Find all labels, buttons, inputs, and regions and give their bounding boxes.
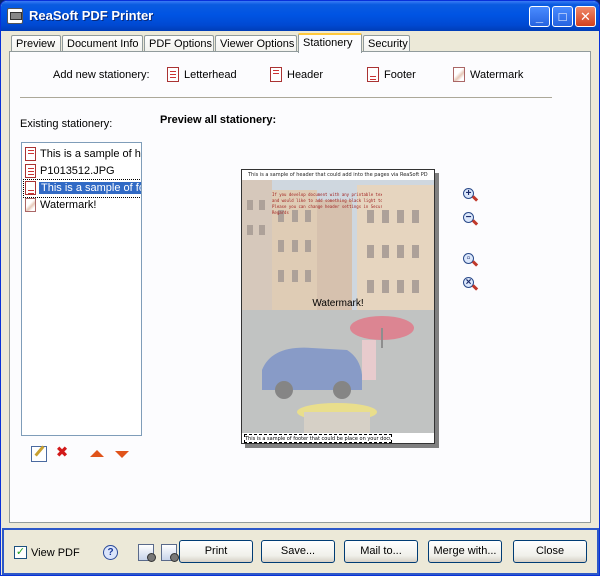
image-document-icon	[25, 164, 36, 178]
list-item[interactable]: P1013512.JPG	[24, 163, 141, 180]
view-pdf-checkbox[interactable]: ✓	[14, 546, 27, 559]
bottom-toolbar: ✓ View PDF ? Print Save... Mail to... Me…	[2, 528, 599, 575]
tab-security[interactable]: Security	[363, 35, 410, 52]
maximize-button[interactable]: □	[552, 6, 573, 27]
add-letterhead-label: Letterhead	[184, 69, 237, 81]
merge-with-button[interactable]: Merge with...	[428, 540, 502, 563]
list-item[interactable]: Watermark!	[24, 197, 141, 214]
preview-header-text: This is a sample of header that could ad…	[248, 172, 428, 178]
add-new-stationery-label: Add new stationery:	[53, 69, 150, 81]
window-title: ReaSoft PDF Printer	[29, 8, 154, 23]
list-item-label: This is a sample of fo	[39, 182, 141, 194]
list-item-label: Watermark!	[40, 199, 97, 211]
view-pdf-label[interactable]: View PDF	[31, 547, 80, 559]
preview-letterhead-text: If you develop document with any printab…	[272, 192, 382, 216]
document-icon	[25, 147, 36, 161]
actual-size-button[interactable]: ×	[463, 277, 479, 293]
title-bar[interactable]: ReaSoft PDF Printer _ □ ✕	[1, 1, 599, 31]
printer-settings-icon[interactable]	[161, 544, 179, 562]
add-watermark-label: Watermark	[470, 69, 524, 81]
move-down-icon[interactable]	[115, 451, 129, 458]
tab-pdf-options[interactable]: PDF Options	[144, 35, 214, 52]
tab-preview[interactable]: Preview	[11, 35, 61, 52]
zoom-in-button[interactable]: +	[463, 188, 479, 204]
stationery-panel: Add new stationery: Letterhead Header Fo…	[9, 51, 591, 523]
letterhead-icon	[167, 67, 179, 82]
footer-icon	[367, 67, 379, 82]
edit-stationery-icon[interactable]	[31, 446, 47, 462]
close-window-button[interactable]: ✕	[575, 6, 596, 27]
add-footer-label: Footer	[384, 69, 416, 81]
delete-stationery-icon[interactable]: ✖	[54, 445, 70, 462]
separator	[20, 97, 552, 98]
list-item[interactable]: This is a sample of he	[24, 146, 141, 163]
preview-footer-text: This is a sample of footer that could be…	[244, 434, 392, 443]
settings-document-icon[interactable]	[138, 544, 156, 562]
document-icon	[25, 181, 36, 195]
tab-document-info[interactable]: Document Info	[62, 35, 143, 52]
watermark-icon	[25, 198, 36, 212]
preview-watermark-text: Watermark!	[312, 298, 364, 309]
app-window: ReaSoft PDF Printer _ □ ✕ Preview Docume…	[0, 0, 600, 576]
tab-viewer-options[interactable]: Viewer Options	[215, 35, 297, 52]
existing-stationery-list[interactable]: This is a sample of he P1013512.JPG This…	[21, 142, 142, 436]
list-item-selected[interactable]: This is a sample of fo	[23, 179, 141, 198]
mail-to-button[interactable]: Mail to...	[344, 540, 418, 563]
printer-app-icon	[7, 8, 23, 24]
fit-page-button[interactable]: ▫	[463, 253, 479, 269]
zoom-out-button[interactable]: −	[463, 212, 479, 228]
preview-body-line: Regards	[272, 210, 289, 215]
save-button[interactable]: Save...	[261, 540, 335, 563]
list-item-label: This is a sample of he	[40, 148, 141, 160]
preview-page: This is a sample of header that could ad…	[241, 169, 435, 444]
header-icon	[270, 67, 282, 82]
minimize-button[interactable]: _	[529, 6, 550, 27]
close-button[interactable]: Close	[513, 540, 587, 563]
print-button[interactable]: Print	[179, 540, 253, 563]
tab-stationery[interactable]: Stationery	[298, 33, 362, 53]
existing-stationery-label: Existing stationery:	[20, 118, 113, 130]
move-up-icon[interactable]	[90, 450, 104, 457]
add-header-label: Header	[287, 69, 324, 81]
watermark-icon	[453, 67, 465, 82]
help-icon[interactable]: ?	[103, 545, 118, 560]
preview-all-stationery-label: Preview all stationery:	[160, 114, 277, 126]
list-item-label: P1013512.JPG	[40, 165, 115, 177]
